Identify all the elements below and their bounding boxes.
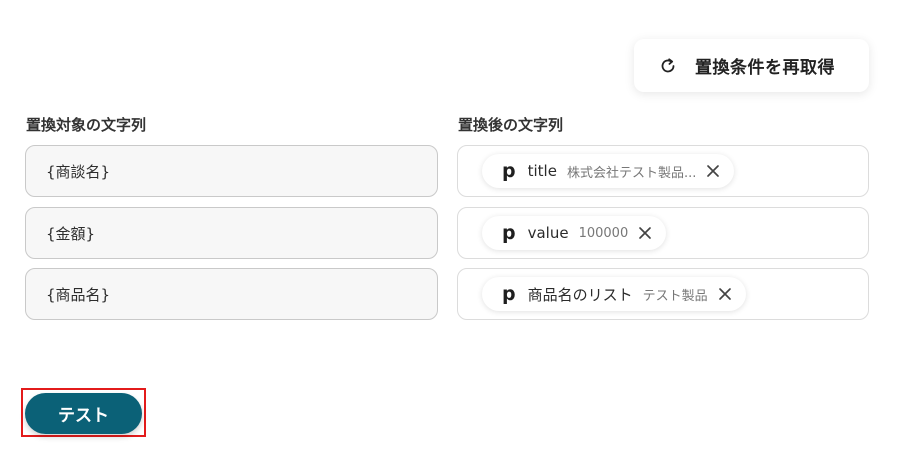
source-column-label: 置換対象の文字列 xyxy=(26,116,147,134)
close-icon[interactable] xyxy=(716,285,734,303)
refresh-icon xyxy=(658,56,678,76)
refetch-conditions-button[interactable]: 置換条件を再取得 xyxy=(634,39,869,92)
source-field-3[interactable]: {商品名} xyxy=(25,268,438,320)
p-icon: p xyxy=(502,283,516,305)
variable-chip[interactable]: p value 100000 xyxy=(482,216,667,250)
target-column-label: 置換後の文字列 xyxy=(458,116,564,134)
refetch-conditions-label: 置換条件を再取得 xyxy=(695,58,835,78)
source-field-2[interactable]: {金額} xyxy=(25,207,438,259)
variable-chip[interactable]: p 商品名のリスト テスト製品 xyxy=(482,277,746,311)
target-field-1[interactable]: p title 株式会社テスト製品... xyxy=(457,145,869,197)
target-field-3[interactable]: p 商品名のリスト テスト製品 xyxy=(457,268,869,320)
chip-value: テスト製品 xyxy=(642,288,708,304)
source-field-1[interactable]: {商談名} xyxy=(25,145,438,197)
test-button[interactable]: テスト xyxy=(25,393,142,434)
variable-chip[interactable]: p title 株式会社テスト製品... xyxy=(482,154,735,188)
p-icon: p xyxy=(502,160,516,182)
chip-name: title xyxy=(527,162,557,180)
chip-name: value xyxy=(527,224,569,242)
chip-value: 100000 xyxy=(578,225,629,241)
close-icon[interactable] xyxy=(704,162,722,180)
chip-name: 商品名のリスト xyxy=(527,285,633,304)
close-icon[interactable] xyxy=(636,224,654,242)
p-icon: p xyxy=(502,222,516,244)
chip-value: 株式会社テスト製品... xyxy=(566,165,697,181)
target-field-2[interactable]: p value 100000 xyxy=(457,207,869,259)
